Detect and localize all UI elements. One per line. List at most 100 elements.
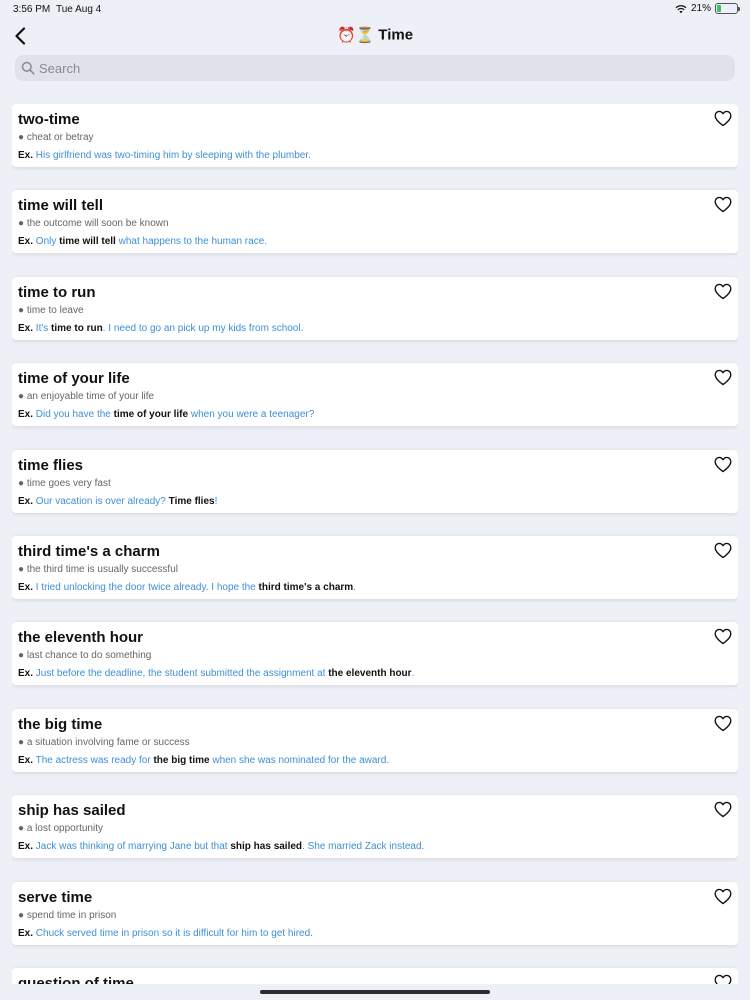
example-idiom-highlight: time of your life	[113, 409, 189, 421]
example-idiom-highlight: time will tell	[59, 236, 116, 248]
example-text: Our vacation is over already?	[33, 495, 169, 507]
home-indicator[interactable]	[260, 990, 490, 994]
idiom-definition: ● cheat or betray	[18, 132, 94, 143]
idiom-card[interactable]: time of your life ● an enjoyable time of …	[12, 363, 738, 427]
example-text: Only	[33, 236, 60, 248]
idiom-title: ship has sailed	[18, 802, 126, 820]
example-label: Ex.	[18, 754, 34, 766]
example-text: !	[214, 495, 218, 507]
battery-fill	[717, 5, 721, 12]
heart-icon[interactable]	[714, 974, 732, 984]
example-text: It's	[33, 322, 52, 334]
idiom-definition: ● the outcome will soon be known	[18, 218, 169, 230]
example-text: when she was nominated for the award.	[209, 754, 390, 766]
example-text: Jack was thinking of marrying Jane but t…	[33, 841, 231, 853]
battery-icon	[715, 3, 740, 14]
example-text: . She married Zack instead.	[302, 841, 425, 853]
idiom-card[interactable]: serve time ● spend time in prison Ex. Chuc…	[12, 881, 738, 945]
idiom-definition: ● time goes very fast	[18, 477, 111, 489]
example-text: Chuck served time in prison so it is dif…	[33, 927, 313, 939]
page-title-text: Time	[378, 26, 414, 44]
idiom-example: Ex. I tried unlocking the door twice alr…	[18, 582, 356, 593]
example-text: . I need to go an pick up my kids from s…	[102, 322, 304, 334]
alarm-hourglass-icon: ⏰⏳	[336, 27, 375, 45]
heart-icon[interactable]	[714, 369, 732, 386]
idiom-definition: ● a situation involving fame or success	[18, 736, 190, 748]
idiom-title: question of time	[18, 975, 134, 984]
example-text: when you were a teenager?	[188, 409, 315, 421]
example-label: Ex.	[18, 668, 34, 680]
example-text: The actress was ready for	[33, 754, 154, 766]
navigation-bar: ⏰⏳ Time	[0, 20, 750, 52]
idiom-example: Ex. Only time will tell what happens to …	[18, 236, 267, 247]
idiom-title: time to run	[18, 283, 96, 301]
idiom-card[interactable]: the eleventh hour ● last chance to do som…	[12, 622, 738, 686]
heart-icon[interactable]	[714, 542, 732, 559]
idiom-title: the eleventh hour	[18, 629, 144, 647]
idiom-card[interactable]: time to run ● time to leave Ex. It's time …	[12, 276, 738, 340]
example-label: Ex.	[18, 582, 34, 593]
status-bar: 3:56 PM Tue Aug 4 21%	[0, 0, 750, 20]
search-bar[interactable]	[15, 55, 735, 81]
idiom-example: Ex. His girlfriend was two-timing him by…	[18, 150, 311, 161]
heart-icon[interactable]	[714, 801, 732, 818]
heart-icon[interactable]	[714, 196, 732, 213]
example-idiom-highlight: time to run	[51, 322, 103, 334]
search-input[interactable]	[39, 60, 719, 76]
idiom-definition: ● time to leave	[18, 304, 84, 316]
example-text: .	[353, 582, 356, 593]
heart-icon[interactable]	[714, 110, 732, 127]
example-text: Just before the deadline, the student su…	[33, 668, 329, 680]
status-time: 3:56 PM	[13, 4, 51, 15]
idiom-card[interactable]: two-time ● cheat or betray Ex. His girlfri…	[12, 104, 738, 167]
example-text: His girlfriend was two-timing him by sle…	[33, 150, 311, 161]
idiom-card[interactable]: the big time ● a situation involving fame…	[12, 708, 738, 772]
heart-icon[interactable]	[714, 888, 732, 905]
heart-icon[interactable]	[714, 628, 732, 645]
idiom-title: time of your life	[18, 370, 130, 388]
idiom-example: Ex. It's time to run. I need to go an pi…	[18, 323, 303, 334]
example-text: Did you have the	[33, 409, 114, 421]
example-idiom-highlight: the eleventh hour	[328, 668, 412, 680]
idiom-title: serve time	[18, 888, 93, 906]
example-idiom-highlight: the big time	[153, 754, 210, 766]
idiom-title: time flies	[18, 456, 84, 474]
idiom-example: Ex. Just before the deadline, the studen…	[18, 668, 414, 679]
heart-icon[interactable]	[714, 456, 732, 473]
idiom-card[interactable]: ship has sailed ● a lost opportunity Ex. J…	[12, 795, 738, 859]
idiom-title: the big time	[18, 715, 103, 733]
wifi-icon	[675, 4, 687, 13]
idiom-example: Ex. Did you have the time of your life w…	[18, 409, 314, 420]
heart-icon[interactable]	[714, 715, 732, 732]
idiom-definition: ● an enjoyable time of your life	[18, 391, 155, 403]
status-indicators: 21%	[675, 3, 740, 14]
idiom-definition: ● last chance to do something	[18, 650, 152, 662]
idiom-definition: ● the third time is usually successful	[18, 564, 178, 575]
page-title: ⏰⏳ Time	[0, 26, 750, 45]
idiom-example: Ex. The actress was ready for the big ti…	[18, 755, 389, 766]
example-label: Ex.	[18, 322, 34, 334]
example-label: Ex.	[18, 236, 34, 248]
idiom-definition: ● a lost opportunity	[18, 823, 103, 835]
example-idiom-highlight: third time's a charm	[258, 582, 354, 593]
idiom-card[interactable]: third time's a charm ● the third time is …	[12, 536, 738, 599]
example-text: what happens to the human race.	[115, 236, 268, 248]
example-label: Ex.	[18, 409, 34, 421]
example-text: I tried unlocking the door twice already…	[33, 582, 259, 593]
idiom-title: third time's a charm	[18, 543, 160, 560]
example-idiom-highlight: ship has sailed	[230, 841, 303, 853]
example-label: Ex.	[18, 495, 34, 507]
idiom-title: two-time	[18, 111, 80, 128]
heart-icon[interactable]	[714, 283, 732, 300]
idiom-example: Ex. Jack was thinking of marrying Jane b…	[18, 841, 424, 852]
example-label: Ex.	[18, 150, 34, 161]
example-label: Ex.	[18, 927, 34, 939]
idiom-card[interactable]: time will tell ● the outcome will soon be…	[12, 190, 738, 254]
idiom-list: two-time ● cheat or betray Ex. His girlfri…	[12, 104, 738, 984]
example-idiom-highlight: Time flies	[168, 495, 215, 507]
example-text: .	[411, 668, 415, 680]
example-label: Ex.	[18, 841, 34, 853]
idiom-example: Ex. Our vacation is over already? Time f…	[18, 496, 217, 507]
idiom-card[interactable]: question of time	[12, 968, 738, 984]
idiom-card[interactable]: time flies ● time goes very fast Ex. Our v…	[12, 449, 738, 513]
